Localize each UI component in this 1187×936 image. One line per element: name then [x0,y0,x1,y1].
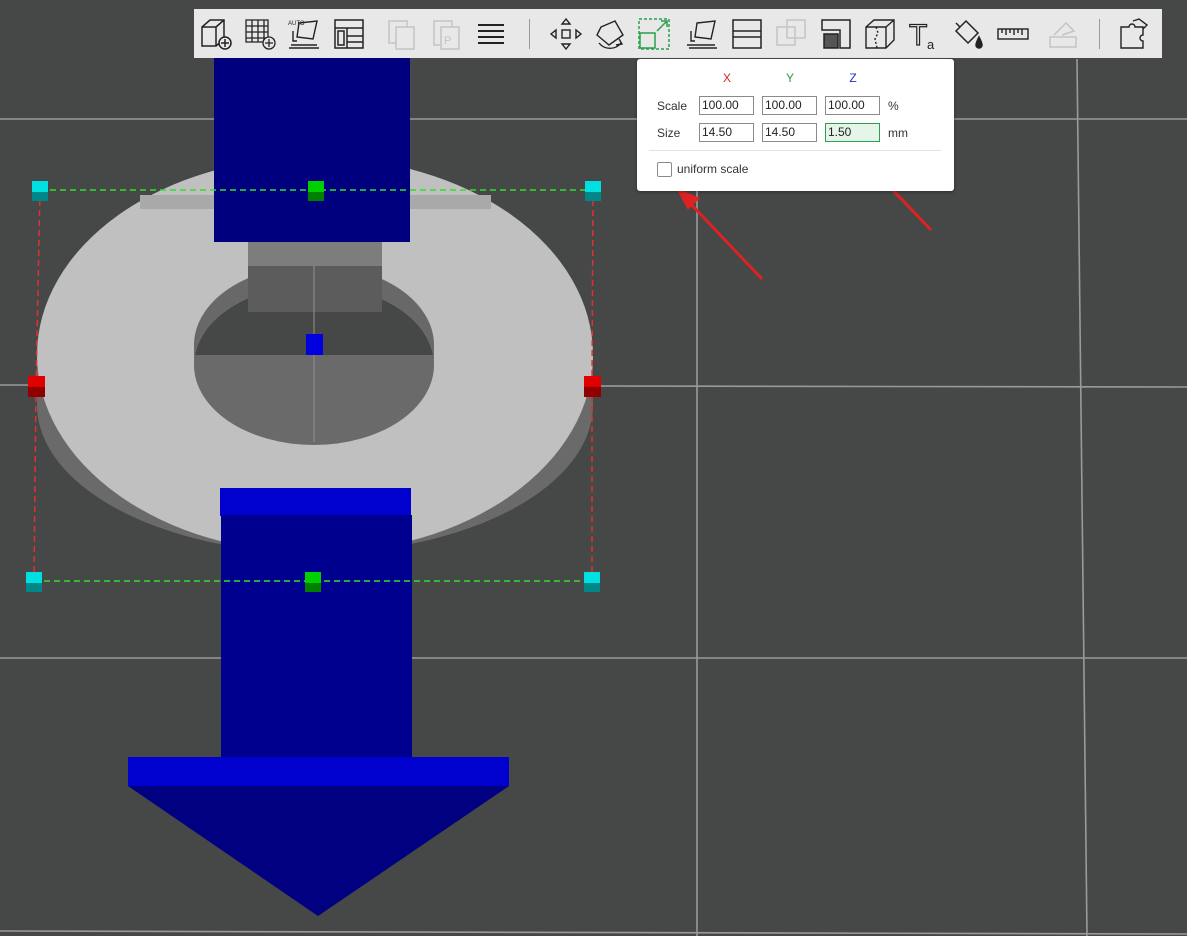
size-z-field[interactable]: 1.50 [825,123,880,142]
axis-header-y: Y [785,71,794,85]
move-button[interactable] [548,16,584,52]
scale-handle-bottom-left[interactable] [26,572,42,592]
svg-text:P: P [444,35,451,47]
svg-text:a: a [927,37,935,51]
support-painting-button[interactable] [818,16,854,52]
arrange-icon [334,19,364,49]
lay-on-face-icon [687,20,717,49]
main-toolbar: AUTO P T a [194,9,1162,58]
scale-button[interactable] [636,16,672,52]
uniform-scale-label: uniform scale [677,162,749,176]
3d-viewport[interactable] [0,0,1187,936]
auto-orient-button[interactable]: AUTO [286,16,322,52]
auto-orient-icon: AUTO [288,20,319,49]
axis-header-x: X [722,71,731,85]
move-icon [549,17,583,51]
paint-bucket-icon [954,19,983,49]
size-unit: mm [888,126,908,140]
copy-icon [388,20,415,50]
scale-handle-left-x[interactable] [28,376,45,397]
boolean-button[interactable] [773,16,809,52]
paste-button[interactable]: P [429,16,465,52]
arrange-button[interactable] [331,16,367,52]
boolean-icon [776,19,806,46]
assembly-button[interactable] [1045,16,1081,52]
seam-paint-icon [865,19,895,49]
cube-plus-icon [201,19,232,50]
axis-header-z: Z [849,71,857,85]
rotate-icon [596,20,624,49]
scale-panel: X Y Z Scale 100.00 100.00 100.00 % Size … [637,59,954,191]
toolbar-separator [1099,19,1100,49]
scale-y-field[interactable]: 100.00 [762,96,817,115]
arrow-top-model[interactable] [214,40,410,242]
lay-on-face-button[interactable] [684,16,720,52]
scale-handle-bottom-right[interactable] [584,572,600,592]
size-row-label: Size [657,126,681,140]
layers-icon [478,24,504,44]
layers-button[interactable] [473,16,509,52]
scale-handle-center-z[interactable] [306,334,323,355]
assembly-icon [1049,21,1077,48]
add-plate-button[interactable] [242,16,278,52]
size-y-field[interactable]: 14.50 [762,123,817,142]
cut-button[interactable] [729,16,765,52]
rotate-button[interactable] [592,16,628,52]
scale-handle-right-x[interactable] [584,376,601,397]
scale-z-field[interactable]: 100.00 [825,96,880,115]
scale-row-label: Scale [657,99,688,113]
toolbar-separator [529,19,530,49]
scale-handle-top-y[interactable] [308,181,324,201]
support-paint-icon [821,19,851,49]
paste-icon: P [433,20,460,50]
text-button[interactable]: T a [906,16,942,52]
puzzle-icon [1120,18,1149,49]
svg-text:AUTO: AUTO [288,21,305,27]
measure-button[interactable] [995,16,1031,52]
text-icon: T a [908,18,935,51]
copy-button[interactable] [384,16,420,52]
seam-painting-button[interactable] [862,16,898,52]
scale-handle-top-right[interactable] [585,181,601,201]
grid-plus-icon [245,19,276,50]
svg-text:T: T [909,19,927,51]
scale-x-field[interactable]: 100.00 [699,96,754,115]
color-painting-button[interactable] [951,16,987,52]
split-parts-button[interactable] [1116,16,1152,52]
ruler-icon [997,28,1029,40]
uniform-scale-checkbox[interactable] [657,162,672,177]
scale-icon [638,18,670,50]
size-x-field[interactable]: 14.50 [699,123,754,142]
scale-unit: % [888,99,899,113]
cut-icon [732,19,762,49]
add-object-button[interactable] [198,16,234,52]
scale-handle-top-left[interactable] [32,181,48,201]
panel-divider [649,150,941,151]
scale-handle-bottom-y[interactable] [305,572,321,592]
